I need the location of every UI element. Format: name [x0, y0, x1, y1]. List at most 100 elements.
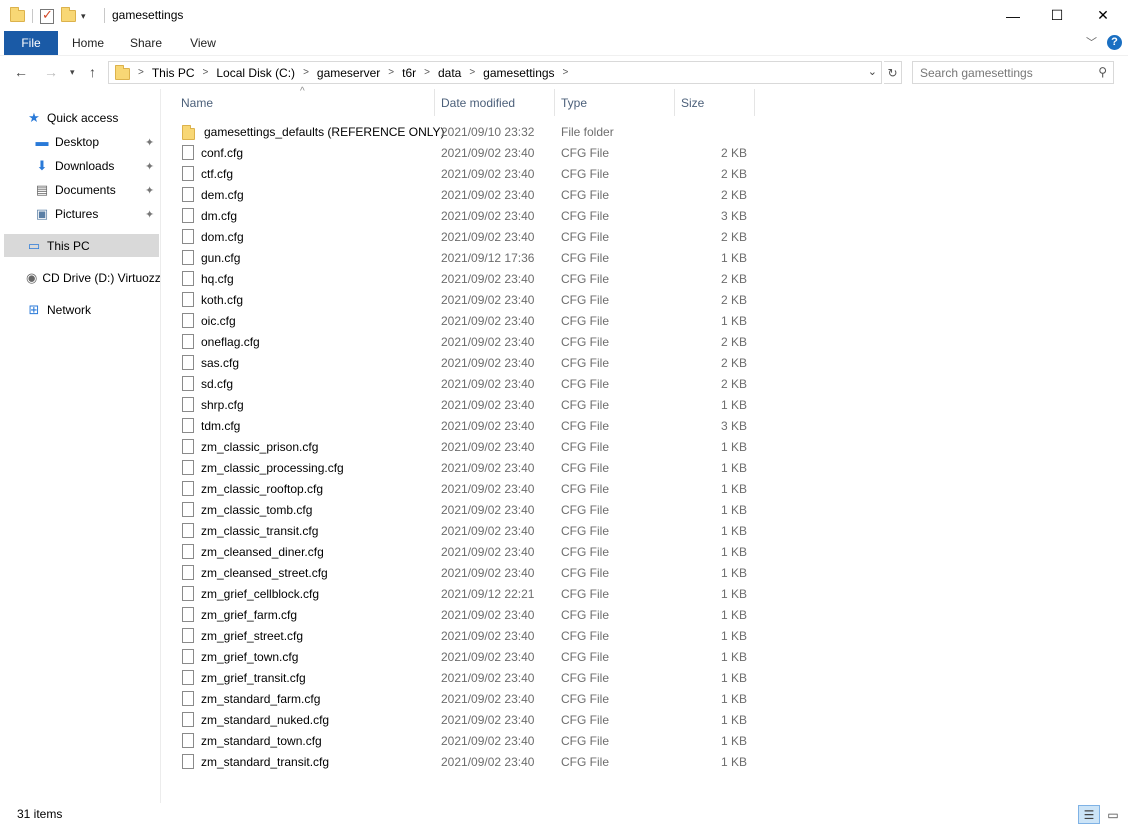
file-name-cell[interactable]: zm_grief_town.cfg: [182, 649, 298, 664]
file-row[interactable]: zm_classic_prison.cfg 2021/09/02 23:40 CFG…: [175, 436, 755, 457]
file-name-cell[interactable]: zm_grief_transit.cfg: [182, 670, 306, 685]
file-row[interactable]: zm_standard_farm.cfg 2021/09/02 23:40 CFG …: [175, 688, 755, 709]
file-name-cell[interactable]: gamesettings_defaults (REFERENCE ONLY): [182, 124, 445, 140]
file-row[interactable]: gun.cfg 2021/09/12 17:36 CFG File 1 KB: [175, 247, 755, 268]
qat-dropdown-icon[interactable]: ▾: [81, 11, 86, 22]
file-row[interactable]: dom.cfg 2021/09/02 23:40 CFG File 2 KB: [175, 226, 755, 247]
file-name-cell[interactable]: zm_standard_farm.cfg: [182, 691, 320, 706]
file-row[interactable]: zm_classic_transit.cfg 2021/09/02 23:40 CF…: [175, 520, 755, 541]
file-row[interactable]: dm.cfg 2021/09/02 23:40 CFG File 3 KB: [175, 205, 755, 226]
file-row[interactable]: zm_cleansed_street.cfg 2021/09/02 23:40 CF…: [175, 562, 755, 583]
file-name-cell[interactable]: dem.cfg: [182, 187, 244, 202]
column-header-name[interactable]: Name: [175, 89, 435, 116]
sidebar-item-this-pc[interactable]: ▭ This PC: [4, 234, 159, 257]
sidebar-item-quick-access[interactable]: ★ Quick access: [26, 106, 118, 129]
file-row[interactable]: zm_grief_transit.cfg 2021/09/02 23:40 CFG …: [175, 667, 755, 688]
file-row[interactable]: conf.cfg 2021/09/02 23:40 CFG File 2 KB: [175, 142, 755, 163]
file-name-cell[interactable]: zm_cleansed_diner.cfg: [182, 544, 324, 559]
file-name-cell[interactable]: zm_grief_cellblock.cfg: [182, 586, 319, 601]
file-row[interactable]: zm_standard_town.cfg 2021/09/02 23:40 CFG …: [175, 730, 755, 751]
chevron-right-icon[interactable]: >: [424, 67, 430, 78]
file-name-cell[interactable]: zm_standard_transit.cfg: [182, 754, 329, 769]
recent-locations-icon[interactable]: ▾: [70, 67, 75, 78]
tab-home[interactable]: Home: [64, 31, 112, 55]
file-name-cell[interactable]: dom.cfg: [182, 229, 244, 244]
file-row[interactable]: ctf.cfg 2021/09/02 23:40 CFG File 2 KB: [175, 163, 755, 184]
search-icon[interactable]: ⚲: [1098, 65, 1107, 79]
file-name-cell[interactable]: dm.cfg: [182, 208, 237, 223]
file-name-cell[interactable]: zm_cleansed_street.cfg: [182, 565, 328, 580]
column-header-type[interactable]: Type: [555, 89, 675, 116]
address-dropdown-icon[interactable]: ⌄: [868, 65, 877, 78]
breadcrumb-local-disk[interactable]: Local Disk (C:): [216, 66, 295, 80]
file-name-cell[interactable]: zm_grief_street.cfg: [182, 628, 303, 643]
tab-file[interactable]: File: [4, 31, 58, 55]
file-row[interactable]: oic.cfg 2021/09/02 23:40 CFG File 1 KB: [175, 310, 755, 331]
sidebar-item-documents[interactable]: ▤ Documents: [34, 178, 154, 201]
file-row[interactable]: zm_classic_tomb.cfg 2021/09/02 23:40 CFG F…: [175, 499, 755, 520]
file-row[interactable]: dem.cfg 2021/09/02 23:40 CFG File 2 KB: [175, 184, 755, 205]
file-name-cell[interactable]: sd.cfg: [182, 376, 233, 391]
refresh-icon[interactable]: ↻: [884, 61, 902, 84]
sidebar-item-downloads[interactable]: ⬇ Downloads: [34, 154, 154, 177]
file-name-cell[interactable]: koth.cfg: [182, 292, 243, 307]
pane-divider[interactable]: [160, 89, 161, 803]
sidebar-item-desktop[interactable]: ▬ Desktop: [34, 130, 154, 153]
up-arrow-icon[interactable]: ↑: [89, 64, 96, 80]
minimize-button[interactable]: —: [990, 0, 1036, 31]
expand-ribbon-icon[interactable]: ﹀: [1086, 34, 1097, 50]
chevron-right-icon[interactable]: >: [469, 67, 475, 78]
tab-view[interactable]: View: [180, 31, 226, 55]
search-input[interactable]: Search gamesettings ⚲: [912, 61, 1114, 84]
pin-icon[interactable]: ✦: [145, 208, 154, 221]
file-row[interactable]: sas.cfg 2021/09/02 23:40 CFG File 2 KB: [175, 352, 755, 373]
file-row[interactable]: zm_classic_processing.cfg 2021/09/02 23:4…: [175, 457, 755, 478]
file-name-cell[interactable]: zm_classic_rooftop.cfg: [182, 481, 323, 496]
file-row[interactable]: zm_standard_nuked.cfg 2021/09/02 23:40 CFG…: [175, 709, 755, 730]
pin-icon[interactable]: ✦: [145, 184, 154, 197]
file-name-cell[interactable]: zm_classic_tomb.cfg: [182, 502, 312, 517]
file-name-cell[interactable]: zm_classic_prison.cfg: [182, 439, 318, 454]
file-row[interactable]: hq.cfg 2021/09/02 23:40 CFG File 2 KB: [175, 268, 755, 289]
chevron-right-icon[interactable]: >: [203, 67, 209, 78]
file-name-cell[interactable]: zm_classic_transit.cfg: [182, 523, 318, 538]
breadcrumb-data[interactable]: data: [438, 66, 461, 80]
breadcrumb-this-pc[interactable]: This PC: [152, 66, 195, 80]
file-row[interactable]: oneflag.cfg 2021/09/02 23:40 CFG File 2 KB: [175, 331, 755, 352]
file-row[interactable]: shrp.cfg 2021/09/02 23:40 CFG File 1 KB: [175, 394, 755, 415]
file-name-cell[interactable]: zm_standard_nuked.cfg: [182, 712, 329, 727]
new-folder-icon[interactable]: [61, 7, 76, 22]
file-name-cell[interactable]: gun.cfg: [182, 250, 240, 265]
file-name-cell[interactable]: oneflag.cfg: [182, 334, 260, 349]
file-name-cell[interactable]: zm_standard_town.cfg: [182, 733, 322, 748]
breadcrumb-gameserver[interactable]: gameserver: [317, 66, 380, 80]
forward-arrow-icon[interactable]: →: [44, 64, 58, 80]
details-view-icon[interactable]: ☰: [1078, 805, 1100, 824]
breadcrumb-t6r[interactable]: t6r: [402, 66, 416, 80]
chevron-right-icon[interactable]: >: [138, 67, 144, 78]
pin-icon[interactable]: ✦: [145, 136, 154, 149]
file-row[interactable]: zm_grief_town.cfg 2021/09/02 23:40 CFG Fil…: [175, 646, 755, 667]
maximize-button[interactable]: ☐: [1034, 0, 1080, 31]
properties-icon[interactable]: [40, 7, 54, 24]
sidebar-item-pictures[interactable]: ▣ Pictures: [34, 202, 154, 225]
tab-share[interactable]: Share: [122, 31, 170, 55]
sidebar-item-cd-drive[interactable]: ◉ CD Drive (D:) Virtuozzo: [26, 266, 160, 289]
file-name-cell[interactable]: hq.cfg: [182, 271, 234, 286]
back-arrow-icon[interactable]: ←: [14, 64, 28, 80]
sidebar-item-network[interactable]: ⊞ Network: [26, 298, 91, 321]
file-name-cell[interactable]: ctf.cfg: [182, 166, 233, 181]
file-row[interactable]: gamesettings_defaults (REFERENCE ONLY) 20…: [175, 121, 755, 142]
column-header-date[interactable]: Date modified: [435, 89, 555, 116]
file-name-cell[interactable]: sas.cfg: [182, 355, 239, 370]
file-row[interactable]: zm_grief_cellblock.cfg 2021/09/12 22:21 CF…: [175, 583, 755, 604]
chevron-right-icon[interactable]: >: [563, 67, 569, 78]
file-row[interactable]: sd.cfg 2021/09/02 23:40 CFG File 2 KB: [175, 373, 755, 394]
chevron-right-icon[interactable]: >: [388, 67, 394, 78]
file-row[interactable]: tdm.cfg 2021/09/02 23:40 CFG File 3 KB: [175, 415, 755, 436]
large-icons-view-icon[interactable]: ▭: [1102, 805, 1124, 824]
file-row[interactable]: zm_standard_transit.cfg 2021/09/02 23:40 C…: [175, 751, 755, 772]
file-name-cell[interactable]: zm_classic_processing.cfg: [182, 460, 344, 475]
help-icon[interactable]: ?: [1107, 34, 1122, 50]
file-name-cell[interactable]: tdm.cfg: [182, 418, 240, 433]
